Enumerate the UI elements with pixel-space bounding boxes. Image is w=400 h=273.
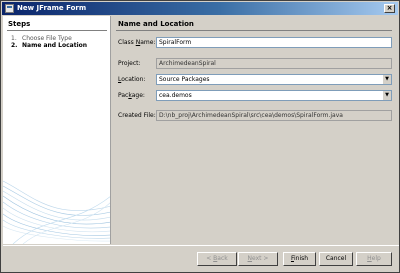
label-text: age:: [131, 92, 145, 99]
cancel-button[interactable]: Cancel: [319, 252, 353, 266]
button-text: ack: [217, 255, 228, 262]
package-combobox[interactable]: cea.demos ▼: [156, 90, 392, 101]
panel-divider: [116, 30, 392, 31]
step-number: 1.: [11, 35, 17, 42]
back-button[interactable]: < Back: [197, 252, 237, 266]
new-jframe-form-dialog: New JFrame Form × Steps 1. Choose File Ty…: [0, 0, 400, 273]
window-title: New JFrame Form: [17, 4, 87, 12]
location-value: Source Packages: [159, 76, 210, 83]
project-label: Project:: [118, 60, 141, 67]
help-button[interactable]: Help: [356, 252, 392, 266]
project-field: ArchimedeanSpiral: [156, 58, 392, 69]
created-file-field: D:\nb_proj\ArchimedeanSpiral\src\cea\dem…: [156, 110, 392, 121]
next-button[interactable]: Next >: [238, 252, 278, 266]
chevron-down-icon[interactable]: ▼: [382, 91, 391, 100]
class-name-label: Class Name:: [118, 39, 155, 46]
class-name-input[interactable]: SpiralForm: [156, 37, 392, 48]
content-panel: Name and Location Class Name: SpiralForm…: [112, 16, 399, 244]
location-combobox[interactable]: Source Packages ▼: [156, 74, 392, 85]
package-value: cea.demos: [159, 92, 192, 99]
window-icon: [5, 4, 14, 13]
package-label: Package:: [118, 92, 145, 99]
steps-divider: [7, 30, 107, 31]
button-bar-separator: [3, 245, 399, 246]
location-label: Location:: [118, 76, 145, 83]
steps-heading: Steps: [8, 20, 31, 28]
step-label: Choose File Type: [22, 35, 72, 42]
panel-title: Name and Location: [118, 20, 194, 28]
title-bar[interactable]: New JFrame Form ×: [2, 2, 398, 15]
label-text: Class: [118, 39, 136, 46]
finish-button[interactable]: Finish: [283, 252, 316, 266]
label-text: Pac: [118, 92, 129, 99]
step-name-and-location: 2. Name and Location: [11, 42, 87, 49]
steps-panel: Steps 1. Choose File Type 2. Name and Loca…: [3, 16, 111, 244]
wave-decoration-graphic: [3, 180, 110, 244]
step-choose-file-type: 1. Choose File Type: [11, 35, 72, 42]
created-file-label: Created File:: [118, 112, 156, 119]
step-label: Name and Location: [22, 42, 88, 49]
close-button[interactable]: ×: [384, 4, 395, 13]
step-number: 2.: [11, 42, 18, 49]
label-text: ame:: [140, 39, 156, 46]
button-text: inish: [293, 255, 309, 262]
chevron-down-icon[interactable]: ▼: [382, 75, 391, 84]
button-text: ext >: [252, 255, 269, 262]
label-text: ocation:: [121, 76, 146, 83]
button-text: elp: [371, 255, 381, 262]
